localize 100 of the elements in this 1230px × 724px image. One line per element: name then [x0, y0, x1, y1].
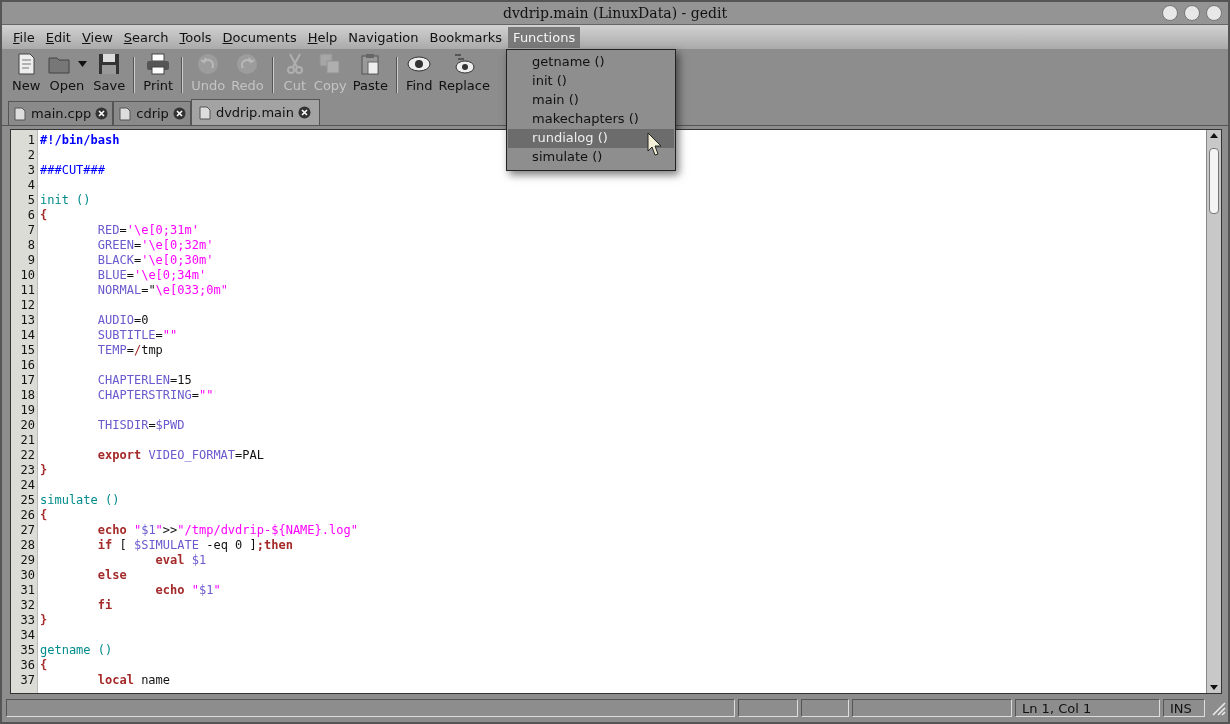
code-line: AUDIO=0 [96, 313, 149, 328]
toolbar-button[interactable]: Replace [436, 51, 492, 93]
cursor-position: Ln 1, Col 1 [1015, 699, 1160, 717]
code-line: getname () [40, 643, 113, 658]
tab-label: main.cpp [31, 106, 92, 121]
code-line: GREEN='\e[0;32m' [96, 238, 214, 253]
code-line: echo "$1">>"/tmp/dvdrip-${NAME}.log" [96, 523, 358, 538]
mouse-pointer-icon [647, 131, 664, 156]
line-number: 13 [19, 313, 36, 328]
dropdown-menu-item[interactable]: main () [508, 90, 675, 110]
line-number: 6 [26, 208, 36, 223]
line-number: 37 [19, 673, 36, 688]
line-number: 5 [26, 193, 36, 208]
line-number: 32 [19, 598, 36, 613]
close-icon[interactable] [95, 107, 109, 120]
menu-item[interactable]: View [76, 26, 118, 48]
file-icon [118, 106, 133, 121]
code-line: { [40, 208, 48, 223]
dropdown-menu-item[interactable]: getname () [508, 52, 675, 72]
line-number: 1 [26, 133, 36, 148]
tab-label: cdrip [136, 106, 169, 121]
line-number: 17 [19, 373, 36, 388]
line-number: 35 [19, 643, 36, 658]
document-tab[interactable]: cdrip [113, 101, 191, 125]
code-line: simulate () [40, 493, 120, 508]
line-number: 3 [26, 163, 36, 178]
line-number: 36 [19, 658, 36, 673]
line-number: 10 [19, 268, 36, 283]
toolbar-button[interactable]: New [10, 51, 43, 93]
code-line: BLACK='\e[0;30m' [96, 253, 214, 268]
line-number: 8 [26, 238, 36, 253]
toolbar-button[interactable]: Print [141, 51, 176, 93]
toolbar-button[interactable]: Save [91, 51, 128, 93]
dropdown-menu-item[interactable]: makechapters () [508, 109, 675, 129]
code-line: NORMAL="\e[033;0m" [96, 283, 228, 298]
menu-item[interactable]: Help [302, 26, 343, 48]
close-icon[interactable] [297, 106, 311, 119]
menu-item[interactable]: Bookmarks [424, 26, 508, 48]
menu-item[interactable]: Search [118, 26, 174, 48]
file-icon [13, 106, 27, 121]
resize-grip-icon[interactable] [1210, 700, 1226, 716]
code-line: ###CUT### [40, 163, 106, 178]
tab-label: dvdrip.main [215, 105, 294, 120]
code-line: export VIDEO_FORMAT=PAL [96, 448, 264, 463]
code-line: local name [96, 673, 171, 688]
toolbar-button[interactable]: Find [403, 51, 435, 93]
code-line: } [40, 463, 48, 478]
document-tab[interactable]: main.cpp [8, 101, 114, 125]
dropdown-menu-item[interactable]: init () [508, 71, 675, 91]
code-line: CHAPTERLEN=15 [96, 373, 192, 388]
toolbar-button[interactable]: Paste [350, 51, 390, 93]
document-tab[interactable]: dvdrip.main [190, 99, 320, 125]
menu-item[interactable]: File [8, 26, 40, 48]
line-number: 29 [19, 553, 36, 568]
line-number: 4 [26, 178, 36, 193]
code-line: BLUE='\e[0;34m' [96, 268, 207, 283]
insert-mode: INS [1163, 699, 1205, 717]
line-number: 26 [19, 508, 36, 523]
line-number: 19 [19, 403, 36, 418]
status-pane [738, 699, 798, 717]
close-button[interactable] [1206, 5, 1222, 21]
status-pane [801, 699, 849, 717]
line-number: 12 [19, 298, 36, 313]
dropdown-menu-item[interactable]: simulate () [508, 147, 675, 167]
close-icon[interactable] [172, 107, 186, 120]
menu-item[interactable]: Navigation [343, 26, 424, 48]
line-number: 31 [19, 583, 36, 598]
code-line: RED='\e[0;31m' [96, 223, 199, 238]
caret-icon[interactable] [78, 61, 88, 67]
code-line: THISDIR=$PWD [96, 418, 185, 433]
code-line: TEMP=/tmp [96, 343, 163, 358]
line-number: 34 [19, 628, 36, 643]
dropdown-menu-item[interactable]: rundialog () [508, 128, 675, 148]
code-line: SUBTITLE="" [96, 328, 178, 343]
line-number: 7 [26, 223, 36, 238]
minimize-button[interactable] [1162, 5, 1178, 21]
code-line: eval $1 [154, 553, 207, 568]
line-number: 9 [26, 253, 36, 268]
code-line: if [ $SIMULATE -eq 0 ];then [96, 538, 293, 553]
line-number: 18 [19, 388, 36, 403]
menu-item[interactable]: Functions [508, 26, 581, 48]
vertical-scrollbar[interactable] [1206, 130, 1221, 693]
scrollbar-thumb[interactable] [1209, 148, 1219, 214]
toolbar-button[interactable]: Open [44, 51, 90, 93]
line-number: 21 [19, 433, 36, 448]
menu-item[interactable]: Tools [174, 26, 217, 48]
file-icon [197, 105, 212, 120]
line-number: 33 [19, 613, 36, 628]
window-title: dvdrip.main (LinuxData) - gedit [502, 5, 728, 21]
code-line: else [96, 568, 127, 583]
line-number: 14 [19, 328, 36, 343]
line-number: 2 [26, 148, 36, 163]
maximize-button[interactable] [1184, 5, 1200, 21]
line-number: 23 [19, 463, 36, 478]
menu-item[interactable]: Documents [217, 26, 302, 48]
menu-item[interactable]: Edit [40, 26, 76, 48]
line-number: 16 [19, 358, 36, 373]
code-line: echo "$1" [154, 583, 221, 598]
line-number: 25 [19, 493, 36, 508]
line-number: 30 [19, 568, 36, 583]
